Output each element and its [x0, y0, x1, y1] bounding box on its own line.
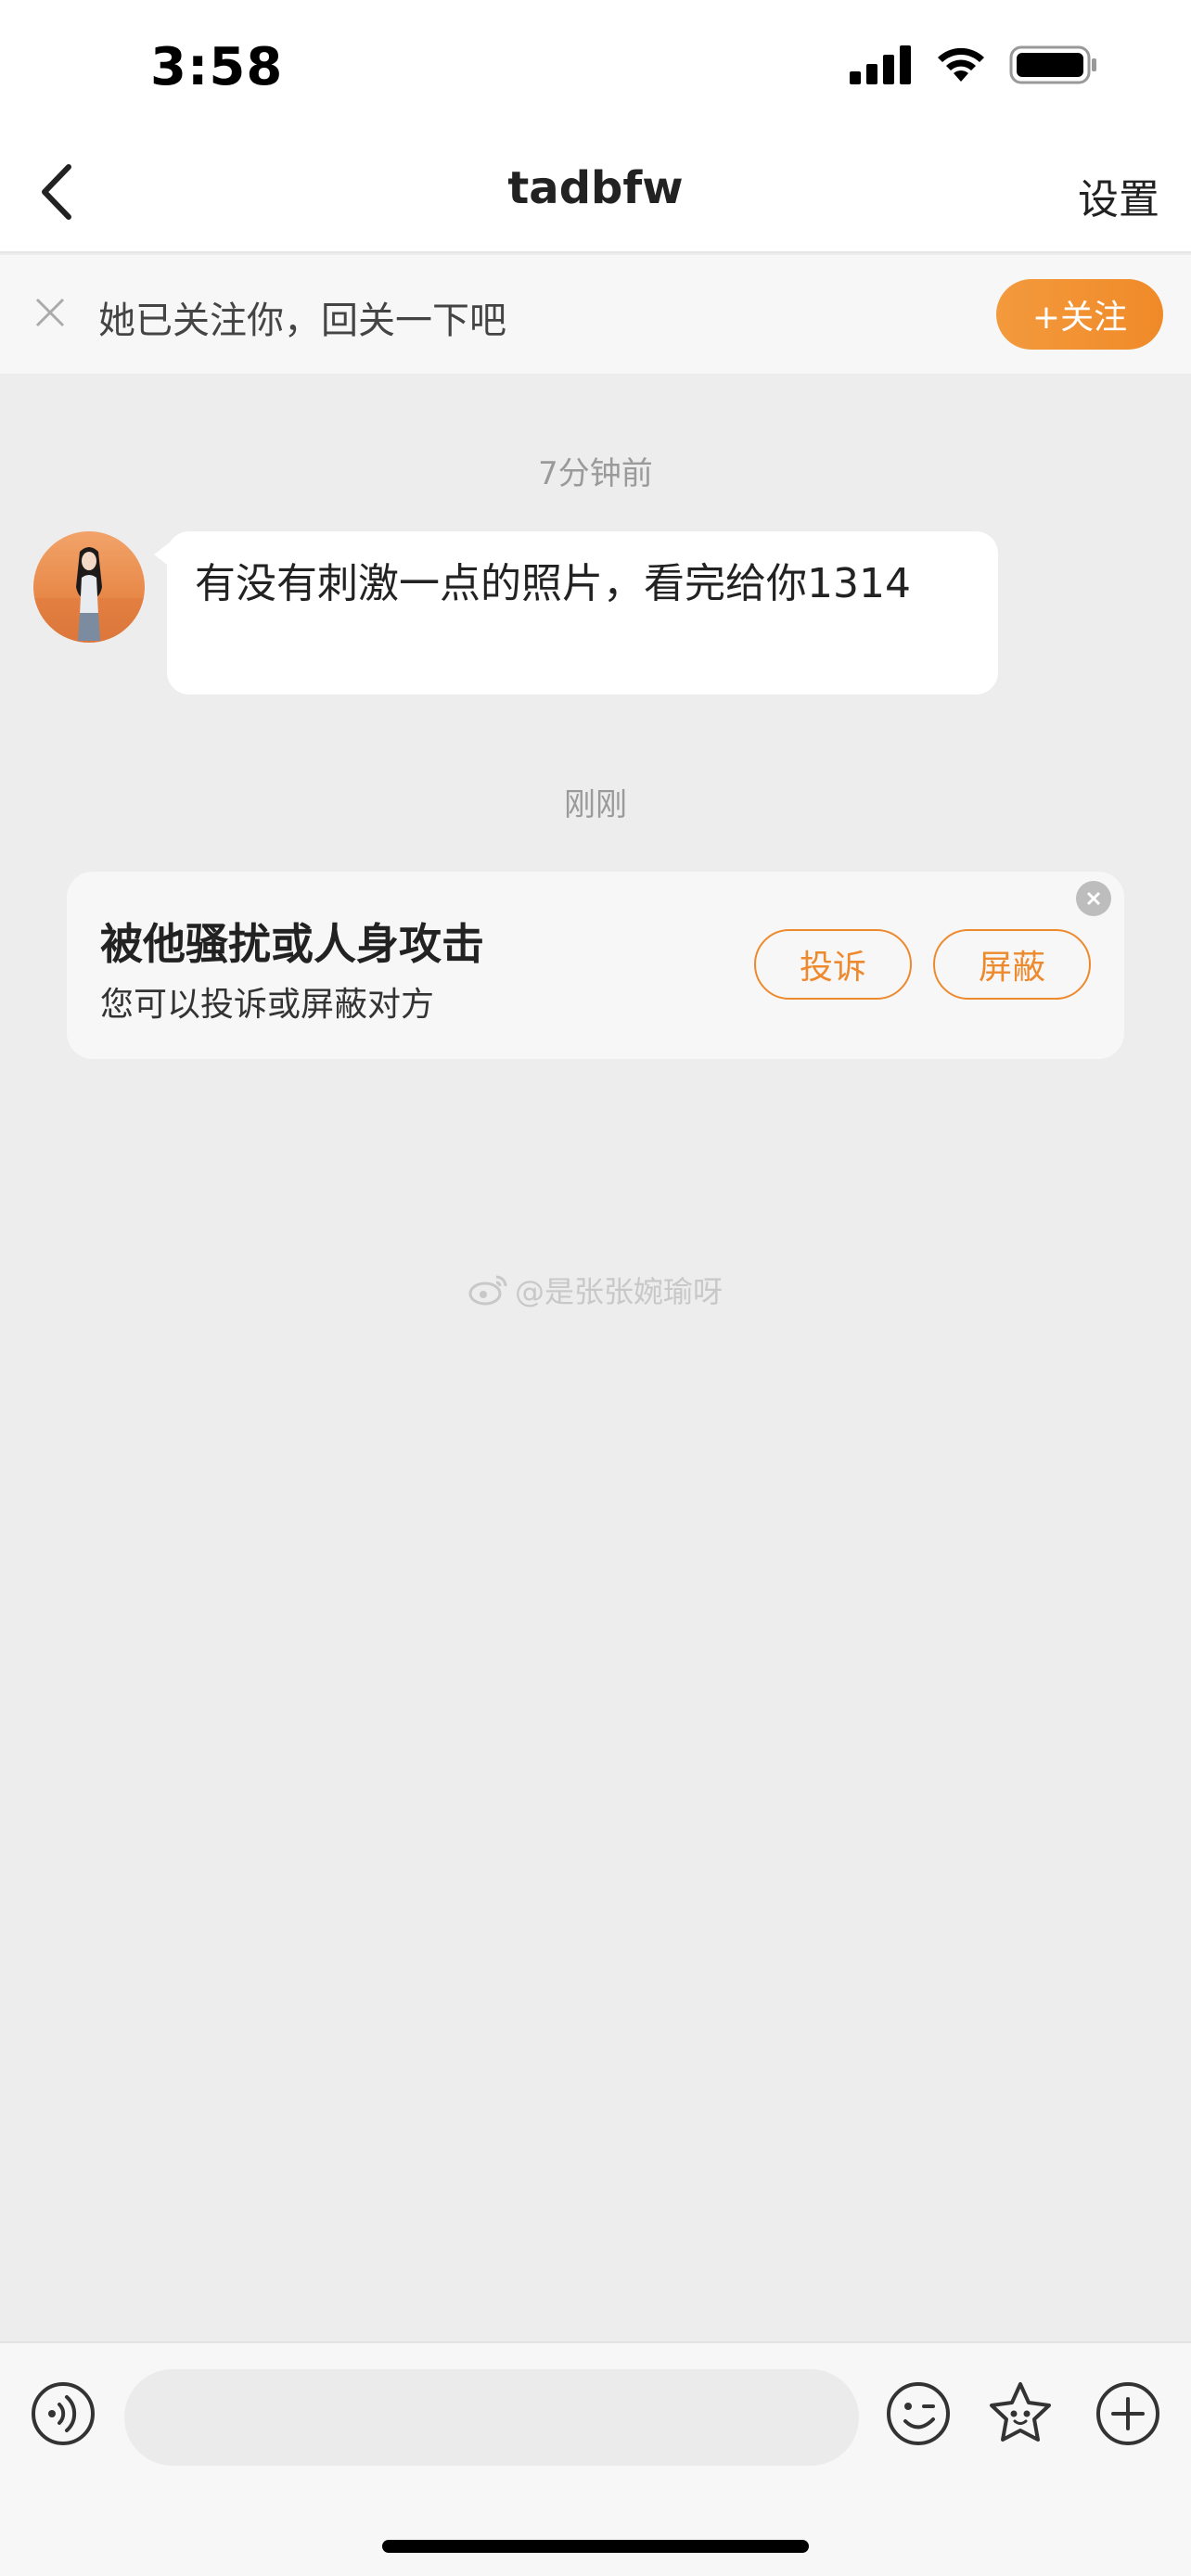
- status-icons: [850, 45, 1098, 85]
- chat-screen: 3:58 tadbfw 设置 她已关注你，回关一下吧 +关注 7分钟前 有没有刺…: [0, 0, 1191, 2576]
- watermark-text: @是张张婉瑜呀: [514, 1274, 723, 1309]
- watermark: @是张张婉瑜呀: [0, 1269, 1191, 1311]
- harassment-notice-card: 被他骚扰或人身攻击 您可以投诉或屏蔽对方 投诉 屏蔽: [67, 872, 1124, 1059]
- status-time: 3:58: [150, 37, 284, 97]
- voice-icon[interactable]: [30, 2380, 96, 2447]
- follow-back-text: 她已关注你，回关一下吧: [98, 300, 506, 342]
- sticker-icon[interactable]: [985, 2378, 1056, 2449]
- avatar-image: [33, 547, 145, 643]
- home-indicator: [382, 2540, 809, 2553]
- follow-button[interactable]: +关注: [996, 279, 1163, 350]
- plus-icon[interactable]: [1095, 2380, 1161, 2447]
- close-icon[interactable]: [30, 292, 70, 333]
- conversation-title: tadbfw: [507, 162, 684, 214]
- emoji-icon[interactable]: [885, 2380, 952, 2447]
- notice-timestamp: 刚刚: [564, 786, 627, 823]
- settings-button[interactable]: 设置: [1078, 166, 1159, 225]
- signal-icon: [850, 45, 911, 84]
- avatar[interactable]: [33, 531, 145, 643]
- close-icon: [1086, 891, 1101, 906]
- weibo-icon: [468, 1275, 507, 1306]
- report-button[interactable]: 投诉: [754, 929, 912, 1000]
- follow-back-banner: 她已关注你，回关一下吧 +关注: [0, 255, 1191, 374]
- input-bar: [0, 2341, 1191, 2576]
- status-bar: 3:58: [0, 0, 1191, 134]
- message-timestamp: 7分钟前: [538, 455, 653, 492]
- message-bubble[interactable]: 有没有刺激一点的照片，看完给你1314: [167, 531, 998, 695]
- nav-bar: tadbfw 设置: [0, 134, 1191, 253]
- notice-subtitle: 您可以投诉或屏蔽对方: [100, 986, 435, 1024]
- wifi-icon: [938, 47, 984, 82]
- notice-title: 被他骚扰或人身攻击: [100, 919, 484, 969]
- battery-icon: [1009, 45, 1096, 84]
- block-button[interactable]: 屏蔽: [933, 929, 1091, 1000]
- message-input[interactable]: [124, 2369, 859, 2466]
- notice-close-button[interactable]: [1076, 881, 1111, 916]
